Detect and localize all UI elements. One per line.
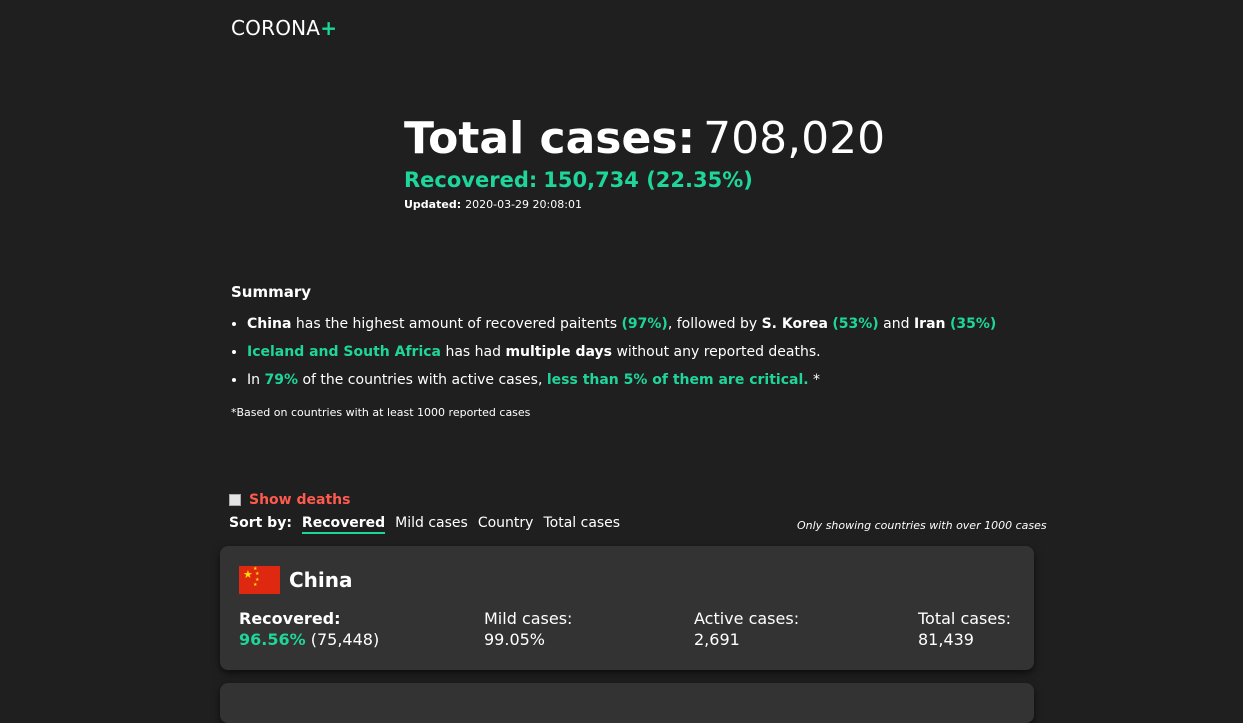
sort-bar: Sort by: Recovered Mild cases Country To… (229, 515, 630, 534)
filter-note: Only showing countries with over 1000 ca… (797, 519, 1047, 532)
stat-label: Recovered: (239, 609, 341, 628)
country-highlight: S. Korea (761, 316, 828, 332)
stat-value: 99.05% (484, 630, 546, 649)
total-cases-stat: Total cases: 81,439 (918, 608, 1011, 650)
stat-value: 2,691 (694, 630, 740, 649)
country-card-next[interactable] (220, 683, 1034, 723)
country-card[interactable]: ★ ★ ★ ★ ★ China Recovered: 96.56% (75,448) M… (220, 546, 1034, 670)
summary-text: of the countries with active cases, (302, 372, 543, 388)
china-flag-icon: ★ ★ ★ ★ ★ (239, 566, 280, 594)
summary-text: In (247, 372, 261, 388)
summary-title: Summary (231, 283, 312, 301)
summary-text: has had (445, 344, 501, 360)
country-highlight: Iran (913, 316, 946, 332)
summary-text: without any reported deaths. (616, 344, 821, 360)
updated-label: Updated: (404, 198, 462, 211)
summary-list: China has the highest amount of recovere… (231, 310, 1031, 394)
brand-name: CORONA (231, 16, 321, 40)
critical-highlight: less than 5% of them are critical. (546, 372, 809, 388)
percent-highlight: (97%) (621, 316, 668, 332)
recovered-percent: 96.56% (239, 630, 306, 649)
bold-highlight: multiple days (505, 344, 612, 360)
summary-item: Iceland and South Africa has had multipl… (247, 338, 1031, 366)
stat-label: Total cases: (918, 609, 1011, 628)
summary-item: China has the highest amount of recovere… (247, 310, 1031, 338)
recovered-total: Recovered: 150,734 (22.35%) (404, 168, 885, 192)
stat-value: 81,439 (918, 630, 974, 649)
total-cases: Total cases: 708,020 (404, 112, 885, 166)
brand-logo[interactable]: CORONA+ (231, 16, 337, 40)
recovered-count: (75,448) (310, 630, 380, 649)
summary-item: In 79% of the countries with active case… (247, 366, 1031, 394)
sort-option-total-cases[interactable]: Total cases (543, 515, 620, 532)
sort-label: Sort by: (229, 515, 292, 531)
country-highlight: China (247, 316, 292, 332)
sort-option-mild-cases[interactable]: Mild cases (395, 515, 468, 532)
asterisk: * (813, 372, 821, 388)
total-cases-value: 708,020 (703, 113, 886, 164)
updated-value: 2020-03-29 20:08:01 (465, 198, 582, 211)
percent-highlight: (35%) (949, 316, 997, 332)
mild-cases-stat: Mild cases: 99.05% (484, 608, 572, 650)
recovered-value: 150,734 (22.35%) (543, 168, 753, 192)
country-header: ★ ★ ★ ★ ★ China (239, 566, 353, 594)
footnote: *Based on countries with at least 1000 r… (231, 406, 531, 419)
summary-text: , followed by (667, 316, 758, 332)
hero-stats: Total cases: 708,020 Recovered: 150,734 (2… (404, 112, 885, 211)
percent-highlight: 79% (264, 372, 298, 388)
summary-text: and (883, 316, 910, 332)
country-highlight: Iceland and South Africa (247, 344, 441, 360)
total-cases-label: Total cases: (404, 113, 696, 164)
percent-highlight: (53%) (832, 316, 879, 332)
stat-label: Active cases: (694, 609, 800, 628)
recovered-label: Recovered: (404, 168, 538, 192)
summary-text: has the highest amount of recovered pait… (295, 316, 618, 332)
updated-timestamp: Updated: 2020-03-29 20:08:01 (404, 198, 885, 211)
country-name: China (289, 568, 353, 592)
active-cases-stat: Active cases: 2,691 (694, 608, 799, 650)
recovered-stat: Recovered: 96.56% (75,448) (239, 608, 379, 650)
show-deaths-checkbox[interactable] (229, 494, 241, 506)
sort-option-country[interactable]: Country (478, 515, 534, 532)
show-deaths-toggle[interactable]: Show deaths (229, 492, 350, 508)
brand-plus: + (320, 16, 338, 40)
summary-section: Summary China has the highest amount of … (231, 283, 1031, 419)
show-deaths-label[interactable]: Show deaths (249, 492, 350, 508)
sort-option-recovered[interactable]: Recovered (301, 515, 386, 534)
stat-label: Mild cases: (484, 609, 573, 628)
